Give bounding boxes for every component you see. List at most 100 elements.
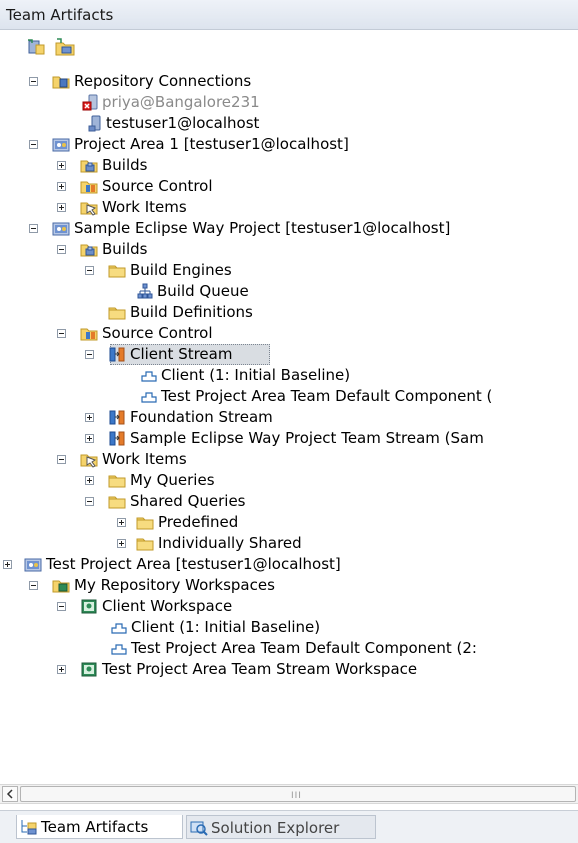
view-toolbar [0,32,578,62]
tree-node-repository-connections[interactable]: Repository Connections [0,71,578,92]
tree-node-connection-priya[interactable]: priya@Bangalore231 [0,92,578,113]
tree-node-pa1-builds[interactable]: Builds [0,155,578,176]
expand-toggle-icon[interactable] [57,203,66,212]
project-area-icon [52,136,70,153]
node-label: Test Project Area Team Stream Workspace [102,660,418,678]
expand-toggle-icon[interactable] [57,665,66,674]
workspace-icon [80,598,98,615]
work-items-folder-icon [80,451,98,468]
folder-icon [108,304,126,321]
tree-node-sample-project[interactable]: Sample Eclipse Way Project [testuser1@lo… [0,218,578,239]
tree-node-ws-client-component[interactable]: Client (1: Initial Baseline) [0,617,578,638]
collapse-toggle-icon[interactable] [29,77,38,86]
tree-node-client-stream[interactable]: Client Stream [0,344,578,365]
collapse-toggle-icon[interactable] [57,245,66,254]
collapse-toggle-icon[interactable] [57,329,66,338]
expand-toggle-icon[interactable] [85,476,94,485]
team-artifacts-tree[interactable]: Repository Connections priya@Bangalore23… [0,62,578,770]
collapse-toggle-icon[interactable] [57,455,66,464]
view-title: Team Artifacts [6,6,114,24]
node-label: My Repository Workspaces [74,576,275,594]
folder-icon [136,535,154,552]
collapse-toggle-icon[interactable] [85,497,94,506]
horizontal-scrollbar[interactable]: III [0,784,578,804]
expand-toggle-icon[interactable] [117,539,126,548]
component-icon [140,388,158,405]
tab-solution-explorer[interactable]: Solution Explorer [186,815,376,839]
tree-node-shared-queries[interactable]: Shared Queries [0,491,578,512]
expand-toggle-icon[interactable] [57,161,66,170]
source-control-folder-icon [80,178,98,195]
view-title-bar: Team Artifacts [0,0,578,30]
expand-toggle-icon[interactable] [117,518,126,527]
expand-toggle-icon[interactable] [85,434,94,443]
collapse-toggle-icon[interactable] [29,140,38,149]
tree-node-pa1-source-control[interactable]: Source Control [0,176,578,197]
collapse-toggle-icon[interactable] [29,224,38,233]
chevron-left-icon [6,789,13,799]
tree-node-team-stream-workspace[interactable]: Test Project Area Team Stream Workspace [0,659,578,680]
node-label: Work Items [102,450,187,468]
expand-toggle-icon[interactable] [57,182,66,191]
tab-team-artifacts[interactable]: Team Artifacts [16,815,183,839]
repository-connections-icon [52,73,70,90]
repository-connect-icon[interactable] [26,37,48,57]
node-label: Shared Queries [130,492,246,510]
node-label: Test Project Area Team Default Component… [161,387,493,405]
work-items-folder-icon [80,199,98,216]
tree-node-client-workspace[interactable]: Client Workspace [0,596,578,617]
folder-icon [136,514,154,531]
builds-folder-icon [80,157,98,174]
solution-explorer-icon [190,821,208,836]
node-label: Client (1: Initial Baseline) [161,366,351,384]
node-label: Individually Shared [158,534,302,552]
folder-icon [108,262,126,279]
expand-toggle-icon[interactable] [85,413,94,422]
tree-node-predefined[interactable]: Predefined [0,512,578,533]
node-label: Foundation Stream [130,408,273,426]
tree-node-sp-work-items[interactable]: Work Items [0,449,578,470]
source-control-folder-icon [80,325,98,342]
tree-node-connection-testuser[interactable]: testuser1@localhost [0,113,578,134]
tree-node-my-queries[interactable]: My Queries [0,470,578,491]
node-label: Test Project Area Team Default Component… [131,639,477,657]
tree-node-foundation-stream[interactable]: Foundation Stream [0,407,578,428]
tree-node-test-component[interactable]: Test Project Area Team Default Component… [0,386,578,407]
node-label: Sample Eclipse Way Project Team Stream (… [130,429,484,447]
scroll-thumb[interactable]: III [20,786,576,802]
node-label: Build Engines [130,261,232,279]
stream-icon [108,409,126,426]
tree-node-pa1-work-items[interactable]: Work Items [0,197,578,218]
tree-node-build-queue[interactable]: Build Queue [0,281,578,302]
node-label: Work Items [102,198,187,216]
workspaces-folder-icon [52,577,70,594]
collapse-toggle-icon[interactable] [85,266,94,275]
tree-node-project-area-1[interactable]: Project Area 1 [testuser1@localhost] [0,134,578,155]
tree-node-sp-builds[interactable]: Builds [0,239,578,260]
expand-toggle-icon[interactable] [3,560,12,569]
tree-node-client-component[interactable]: Client (1: Initial Baseline) [0,365,578,386]
node-label: Sample Eclipse Way Project [testuser1@lo… [74,219,451,237]
collapse-toggle-icon[interactable] [85,350,94,359]
tree-node-sp-source-control[interactable]: Source Control [0,323,578,344]
tree-node-build-engines[interactable]: Build Engines [0,260,578,281]
scroll-left-button[interactable] [2,786,18,802]
tree-node-test-project-area[interactable]: Test Project Area [testuser1@localhost] [0,554,578,575]
stream-icon [108,346,126,363]
tree-node-ws-test-component[interactable]: Test Project Area Team Default Component… [0,638,578,659]
node-label: Client Stream [130,345,233,363]
node-label: Project Area 1 [testuser1@localhost] [74,135,349,153]
collapse-toggle-icon[interactable] [29,581,38,590]
node-label: Source Control [102,177,213,195]
collapse-toggle-icon[interactable] [57,602,66,611]
project-area-connect-icon[interactable] [54,37,76,57]
team-artifacts-icon [21,820,37,835]
node-label: Client Workspace [102,597,233,615]
server-connection-icon [86,115,104,132]
tree-node-team-stream[interactable]: Sample Eclipse Way Project Team Stream (… [0,428,578,449]
tree-node-my-workspaces[interactable]: My Repository Workspaces [0,575,578,596]
tree-node-individually-shared[interactable]: Individually Shared [0,533,578,554]
tree-node-build-definitions[interactable]: Build Definitions [0,302,578,323]
node-label: Builds [102,156,148,174]
project-area-icon [24,556,42,573]
